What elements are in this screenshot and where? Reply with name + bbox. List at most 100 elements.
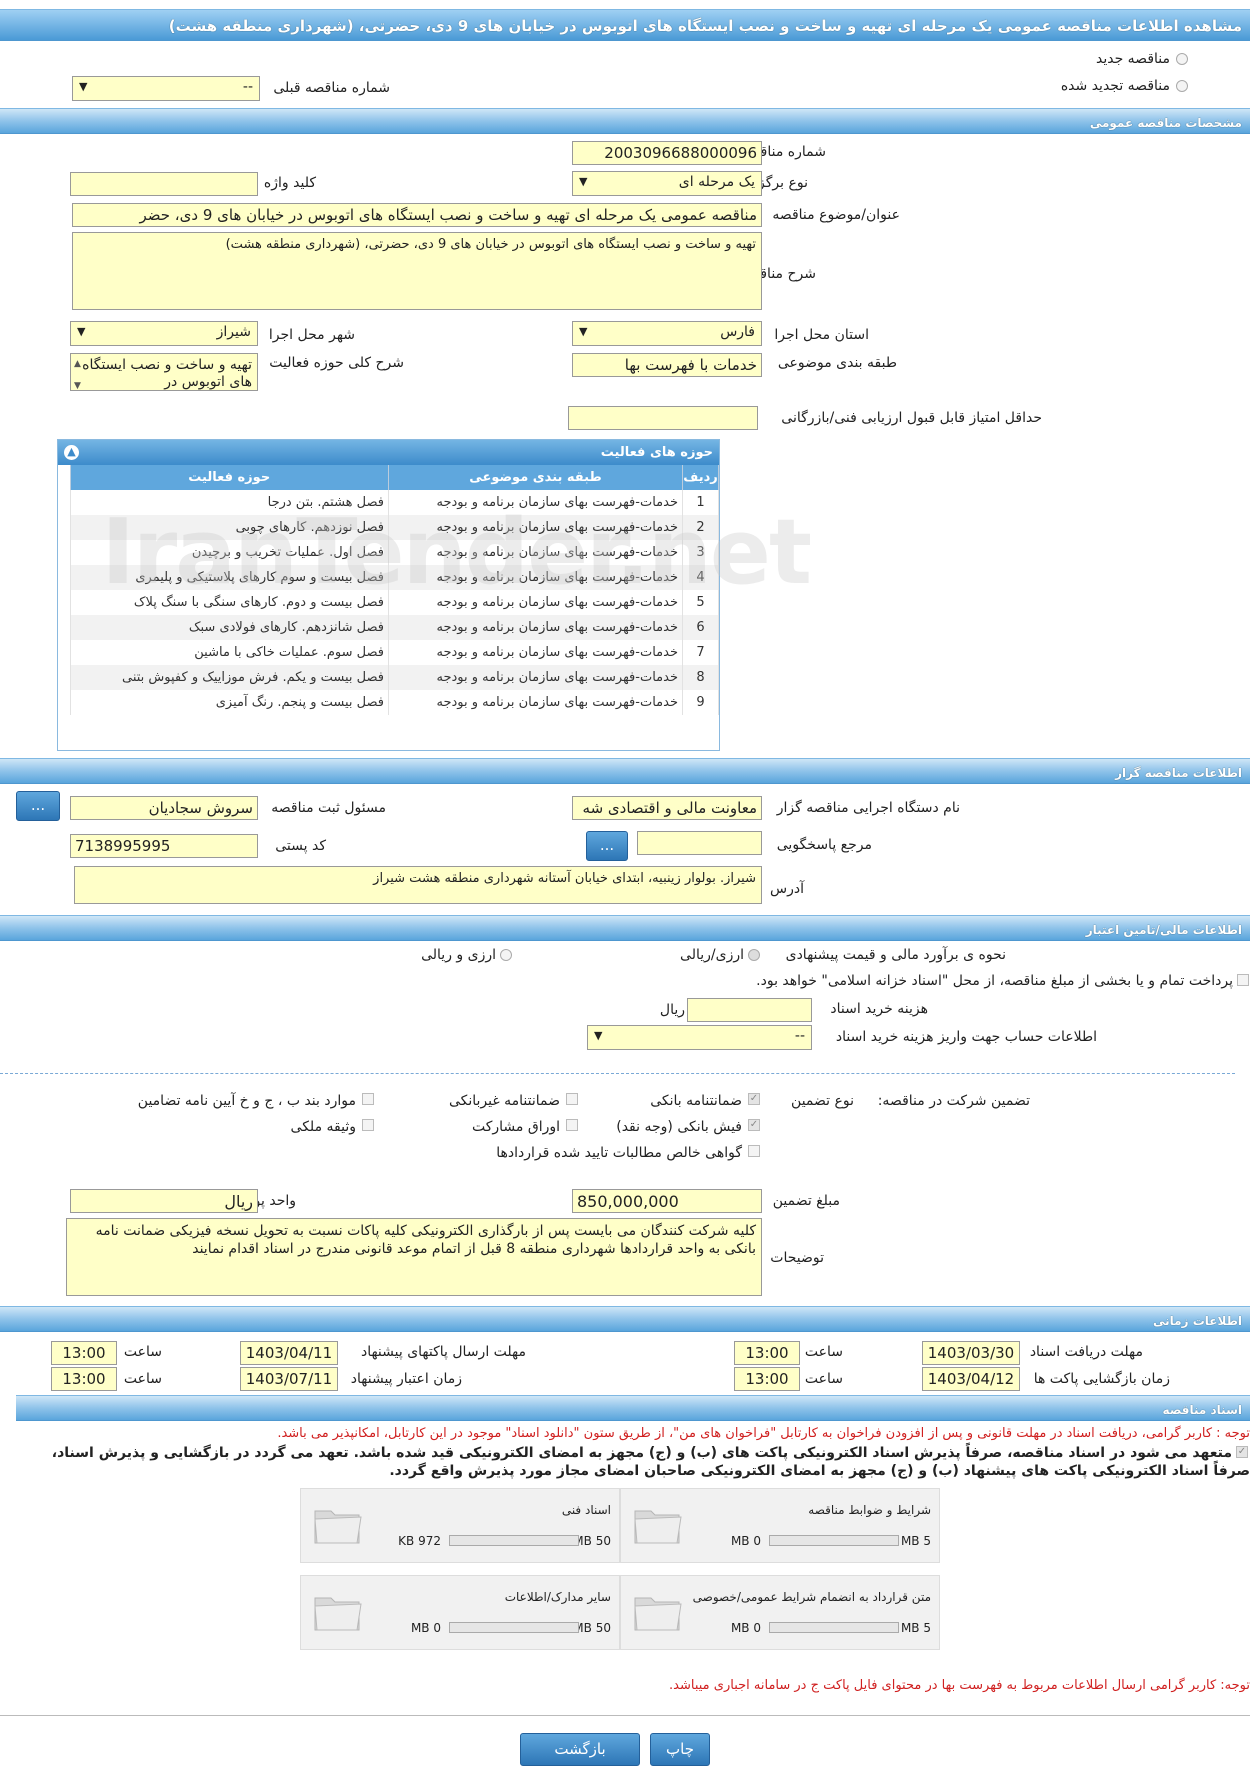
file-used-size: 0 MB xyxy=(730,1621,761,1635)
bonds-checkbox[interactable] xyxy=(566,1119,578,1131)
keyword-field[interactable] xyxy=(70,172,258,196)
nonbank-guarantee-label: ضمانتنامه غیربانکی xyxy=(448,1093,560,1109)
print-button[interactable]: چاپ xyxy=(650,1733,710,1766)
activities-title: حوزه های فعالیت xyxy=(600,445,713,460)
clauses-checkbox[interactable] xyxy=(362,1093,374,1105)
claims-label: گواهی خالص مطالبات تایید شده قراردادها xyxy=(496,1145,742,1161)
open-date[interactable]: 1403/04/12 xyxy=(922,1367,1020,1391)
table-row: 7 خدمات-فهرست بهای سازمان برنامه و بودجه ف… xyxy=(58,640,719,665)
row-activity: فصل سوم. عملیات خاکی با ماشین xyxy=(70,640,389,665)
registrar-label: مسئول ثبت مناقصه xyxy=(271,800,386,816)
row-category: خدمات-فهرست بهای سازمان برنامه و بودجه xyxy=(388,690,683,715)
file-name: متن قرارداد به انضمام شرایط عمومی/خصوصی xyxy=(692,1590,931,1604)
bank-guarantee-label: ضمانتنامه بانکی xyxy=(650,1093,742,1109)
finance-section-header: اطلاعات مالی/تامین اعتبار xyxy=(0,915,1250,941)
chevron-down-icon: ▼ xyxy=(579,175,588,188)
validity-label: زمان اعتبار پیشنهاد xyxy=(350,1371,462,1387)
file-name: شرایط و ضوابط مناقصه xyxy=(808,1503,931,1517)
province-select[interactable]: فارس ▼ xyxy=(572,321,762,346)
reference-lookup-button[interactable]: ... xyxy=(586,831,628,861)
bid-send-time-label: ساعت xyxy=(123,1344,162,1360)
file-max-size: 5 MB xyxy=(900,1534,931,1548)
file-progress-bar xyxy=(769,1535,899,1546)
back-button[interactable]: بازگشت xyxy=(520,1733,640,1766)
file-name: سایر مدارک/اطلاعات xyxy=(504,1590,611,1604)
new-tender-label: مناقصه جدید xyxy=(1095,51,1170,67)
renewed-tender-radio[interactable] xyxy=(1176,80,1188,92)
currency-unit-field[interactable]: ریال xyxy=(70,1189,258,1213)
row-number: 8 xyxy=(682,665,719,690)
doc-receive-time[interactable]: 13:00 xyxy=(734,1341,800,1365)
doc-receive-date[interactable]: 1403/03/30 xyxy=(922,1341,1020,1365)
validity-time[interactable]: 13:00 xyxy=(51,1367,117,1391)
postal-code-field[interactable]: 7138995995 xyxy=(70,834,258,858)
scope-field[interactable]: تهیه و ساخت و نصب ایستگاه های اتوبوس در ▲… xyxy=(70,353,258,391)
holding-type-select[interactable]: یک مرحله ای ▼ xyxy=(572,171,762,196)
category-field[interactable]: خدمات با فهرست بها xyxy=(572,353,762,377)
currency-rial-label: ارزی/ریالی xyxy=(680,947,744,963)
bank-receipt-checkbox[interactable]: ✓ xyxy=(748,1119,760,1131)
prev-tender-select[interactable]: -- ▼ xyxy=(72,76,260,101)
currency-and-rial-label: ارزی و ریالی xyxy=(421,947,496,963)
bank-guarantee-checkbox[interactable]: ✓ xyxy=(748,1093,760,1105)
collapse-icon[interactable]: ▲ xyxy=(64,445,79,460)
city-label: شهر محل اجرا xyxy=(268,327,355,343)
property-checkbox[interactable] xyxy=(362,1119,374,1131)
scroll-up-icon[interactable]: ▲ xyxy=(74,356,81,373)
folder-icon xyxy=(634,1597,682,1631)
doc-fee-label: هزینه خرید اسناد xyxy=(830,1001,928,1017)
timing-section-header: اطلاعات زمانی xyxy=(0,1306,1250,1332)
table-row: 6 خدمات-فهرست بهای سازمان برنامه و بودجه ف… xyxy=(58,615,719,640)
treasury-checkbox[interactable] xyxy=(1237,974,1249,986)
bank-receipt-label: فیش بانکی (وجه نقد) xyxy=(616,1119,742,1135)
file-name: اسناد فنی xyxy=(561,1503,611,1517)
notes-field[interactable]: کلیه شرکت کنندگان می بایست پس از بارگذار… xyxy=(66,1218,762,1296)
subject-field[interactable]: مناقصه عمومی یک مرحله ای تهیه و ساخت و ن… xyxy=(72,203,762,227)
file-max-size: 5 MB xyxy=(900,1621,931,1635)
currency-rial-radio[interactable] xyxy=(748,949,760,961)
new-tender-radio[interactable] xyxy=(1176,53,1188,65)
org-name-label: نام دستگاه اجرایی مناقصه گزار xyxy=(776,800,960,816)
col-row-header: ردیف xyxy=(682,465,719,490)
reference-field[interactable] xyxy=(637,831,762,855)
file-used-size: 0 MB xyxy=(410,1621,441,1635)
min-score-label: حداقل امتیاز قابل قبول ارزیابی فنی/بازرگ… xyxy=(781,410,1042,426)
guarantee-amount-field[interactable]: 850,000,000 xyxy=(572,1189,762,1213)
row-number: 9 xyxy=(682,690,719,715)
file-box[interactable]: متن قرارداد به انضمام شرایط عمومی/خصوصی 5… xyxy=(620,1575,940,1650)
open-time[interactable]: 13:00 xyxy=(734,1367,800,1391)
doc-fee-field[interactable] xyxy=(687,998,812,1022)
file-progress-bar xyxy=(449,1622,579,1633)
file-box[interactable]: شرایط و ضوابط مناقصه 5 MB 0 MB xyxy=(620,1488,940,1563)
reference-label: مرجع پاسخگویی xyxy=(776,837,872,853)
file-box[interactable]: سایر مدارک/اطلاعات 50 MB 0 MB xyxy=(300,1575,620,1650)
row-activity: فصل بیست و پنجم. رنگ آمیزی xyxy=(70,690,389,715)
file-box[interactable]: اسناد فنی 50 MB 972 KB xyxy=(300,1488,620,1563)
org-name-field[interactable]: معاونت مالی و اقتصادی شه xyxy=(572,796,762,820)
registrar-lookup-button[interactable]: ... xyxy=(16,791,60,821)
registrar-field[interactable]: سروش سجادیان xyxy=(70,796,258,820)
file-progress-bar xyxy=(449,1535,579,1546)
renewed-tender-label: مناقصه تجدید شده xyxy=(1060,78,1170,94)
nonbank-guarantee-checkbox[interactable] xyxy=(566,1093,578,1105)
notes-label: توضیحات xyxy=(770,1250,824,1266)
page-title: مشاهده اطلاعات مناقصه عمومی یک مرحله ای … xyxy=(0,9,1250,41)
description-field[interactable]: تهیه و ساخت و نصب ایستگاه های اتوبوس در … xyxy=(72,232,762,310)
currency-and-rial-radio[interactable] xyxy=(500,949,512,961)
address-field[interactable]: شیراز. بولوار زینبیه، ابتدای خیابان آستا… xyxy=(74,866,762,904)
account-info-select[interactable]: -- ▼ xyxy=(587,1025,812,1050)
estimate-method-label: نحوه ی برآورد مالی و قیمت پیشنهادی xyxy=(785,947,1006,963)
bid-send-date[interactable]: 1403/04/11 xyxy=(240,1341,338,1365)
commit-checkbox[interactable]: ✓ xyxy=(1236,1446,1248,1458)
row-category: خدمات-فهرست بهای سازمان برنامه و بودجه xyxy=(388,665,683,690)
guarantee-amount-label: مبلغ تضمین xyxy=(772,1193,840,1209)
scroll-down-icon[interactable]: ▼ xyxy=(74,378,81,390)
address-label: آدرس xyxy=(770,881,804,897)
min-score-field[interactable] xyxy=(568,406,758,430)
claims-checkbox[interactable] xyxy=(748,1145,760,1157)
bid-send-time[interactable]: 13:00 xyxy=(51,1341,117,1365)
tender-number-field[interactable]: 2003096688000096 xyxy=(572,141,762,165)
city-select[interactable]: شیراز ▼ xyxy=(70,321,258,346)
validity-date[interactable]: 1403/07/11 xyxy=(240,1367,338,1391)
docs-section-header: اسناد مناقصه xyxy=(16,1395,1250,1421)
